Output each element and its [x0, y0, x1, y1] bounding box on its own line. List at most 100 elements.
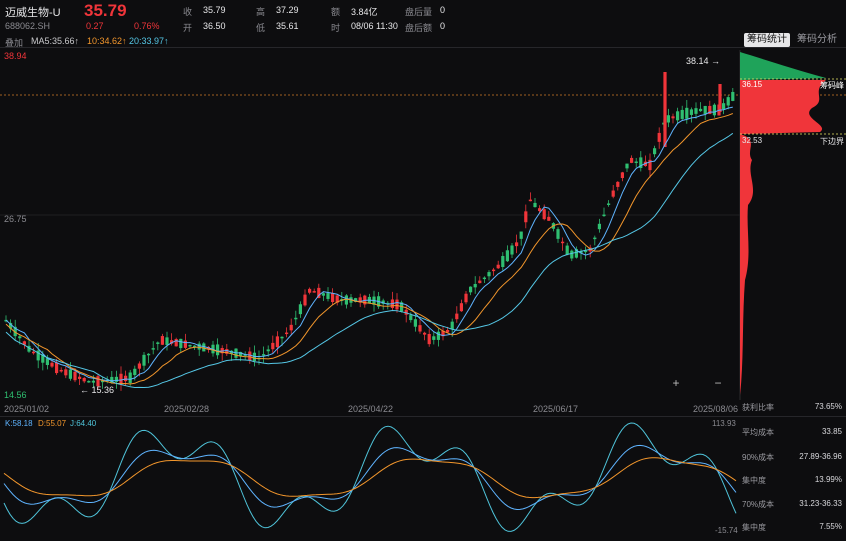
candle-body	[91, 380, 95, 383]
candle-body	[722, 103, 726, 110]
candle-body	[718, 84, 722, 112]
candle-body	[528, 199, 532, 202]
candle-body	[308, 288, 312, 293]
candle-body	[64, 369, 68, 376]
candle-body	[620, 172, 624, 179]
candle-body	[492, 269, 496, 272]
date-label-1: 2025/01/02	[4, 404, 50, 414]
candle-body	[114, 376, 118, 382]
candle-body	[469, 286, 473, 293]
candle-body	[432, 336, 436, 340]
candle-body	[501, 256, 505, 267]
kdj-d: D:55.07	[38, 419, 67, 428]
candle-body	[298, 304, 302, 315]
candle-body	[280, 336, 284, 339]
candle-body	[510, 245, 514, 255]
candle-body	[630, 157, 634, 163]
chip-peak-label: 筹码峰	[820, 81, 844, 90]
candle-body	[174, 339, 178, 347]
candle-body	[542, 209, 546, 220]
stat-avg-cost: 平均成本 33.85	[742, 427, 842, 437]
candle-body	[147, 353, 151, 356]
stat-cost-70: 70%成本 31.23-36.33	[742, 499, 842, 509]
candle-body	[515, 242, 519, 247]
stat-concentration-70: 集中度 7.55%	[742, 522, 842, 532]
candle-body	[570, 250, 574, 259]
kdj-j: J:64.40	[70, 419, 97, 428]
candle-body	[137, 363, 141, 369]
candle-body	[331, 293, 335, 303]
candle-body	[547, 216, 551, 221]
candle-body	[248, 351, 252, 361]
candle-body	[312, 291, 316, 293]
candle-body	[685, 107, 689, 119]
chip-lower-price: 32.53	[742, 136, 763, 145]
candle-body	[607, 203, 611, 205]
candle-body	[59, 369, 63, 372]
candle-body	[156, 342, 160, 344]
candle-body	[303, 294, 307, 306]
candle-body	[436, 331, 440, 340]
chip-lower-label: 下边界	[820, 137, 844, 146]
kdj-j-line	[3, 422, 737, 532]
candle-body	[55, 362, 59, 374]
candle-body	[505, 250, 509, 262]
candle-body	[165, 337, 169, 345]
candle-body	[556, 229, 560, 239]
ma20-line	[5, 132, 734, 389]
candle-body	[262, 354, 266, 356]
candle-body	[160, 336, 164, 345]
zoom-in-button[interactable]: +	[669, 377, 683, 391]
candle-body	[455, 313, 459, 320]
candle-body	[473, 283, 477, 288]
candle-body	[676, 111, 680, 121]
candle-body	[409, 315, 413, 321]
date-label-4: 2025/06/17	[533, 404, 579, 414]
candle-body	[294, 317, 298, 320]
candle-body	[699, 108, 703, 112]
candle-body	[285, 332, 289, 335]
candle-body	[119, 373, 123, 385]
candle-body	[482, 277, 486, 280]
chip-distribution	[740, 52, 846, 395]
stat-profit-ratio: 获利比率 73.65%	[742, 402, 842, 412]
high-marker: 38.14 →	[686, 56, 721, 66]
candle-body	[418, 325, 422, 332]
candle-body	[478, 280, 482, 284]
moving-averages	[5, 106, 734, 389]
candle-body	[533, 202, 537, 208]
candle-body	[565, 245, 569, 255]
candle-body	[653, 148, 657, 155]
kdj-top: 113.93	[712, 419, 736, 428]
chip-price-label: 36.15	[742, 80, 763, 89]
kdj-d-line	[3, 457, 737, 499]
candle-body	[344, 295, 348, 305]
candle-body	[271, 342, 275, 350]
candle-body	[423, 332, 427, 335]
candle-body	[602, 214, 606, 217]
candle-body	[593, 237, 597, 240]
zoom-out-button[interactable]: −	[711, 377, 725, 391]
candlesticks	[4, 72, 735, 391]
candle-body	[487, 272, 491, 277]
candle-body	[524, 211, 528, 223]
candle-body	[179, 338, 183, 349]
date-label-2: 2025/02/28	[164, 404, 210, 414]
candle-body	[561, 241, 565, 244]
candle-body	[597, 223, 601, 230]
candle-body	[197, 343, 201, 350]
candle-body	[538, 208, 542, 212]
kline-chart[interactable]	[0, 0, 846, 541]
kdj-indicator	[3, 422, 737, 532]
candle-body	[142, 354, 146, 366]
candle-body	[326, 293, 330, 299]
candle-body	[183, 340, 187, 348]
candle-body	[82, 377, 86, 382]
candle-body	[634, 161, 638, 164]
ma10-line	[5, 113, 733, 385]
y-axis-mid: 26.75	[4, 214, 27, 224]
y-axis-bottom: 14.56	[4, 390, 27, 400]
candle-body	[611, 190, 615, 197]
candle-body	[124, 375, 128, 382]
candle-body	[151, 348, 155, 350]
